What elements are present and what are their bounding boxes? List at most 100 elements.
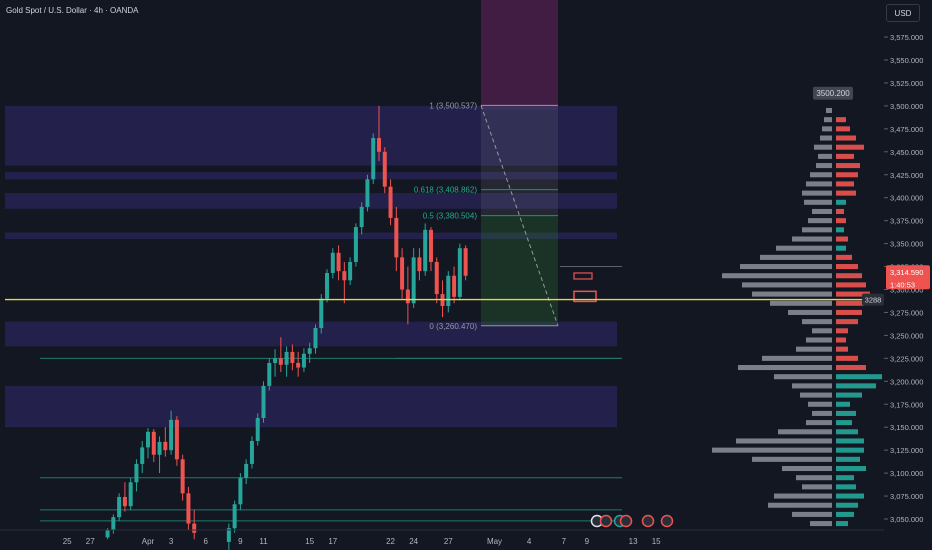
economic-event-icon[interactable]	[660, 514, 674, 528]
candle-body[interactable]	[157, 441, 162, 455]
candle-body[interactable]	[400, 257, 405, 290]
candle-body[interactable]	[365, 179, 370, 207]
candle-body[interactable]	[122, 496, 127, 507]
price-tick-label: 3,475.000	[890, 125, 923, 134]
volume-profile-bar	[802, 227, 832, 233]
volume-profile-bar	[796, 475, 832, 481]
fib-level-label: 0.618 (3,408.862)	[414, 186, 477, 195]
candle-body[interactable]	[336, 252, 341, 272]
economic-event-icon[interactable]	[599, 514, 613, 528]
candle-body[interactable]	[174, 419, 179, 460]
price-chart[interactable]: 1 (3,500.537) 0.618 (3,408.862) 0.5 (3,380…	[0, 0, 932, 550]
candle-body[interactable]	[238, 477, 243, 505]
candle-body[interactable]	[169, 419, 174, 451]
candle-body[interactable]	[325, 272, 330, 299]
candle-body[interactable]	[249, 440, 254, 464]
candle-body[interactable]	[342, 271, 347, 281]
volume-profile-bar	[802, 190, 832, 196]
candle-body[interactable]	[134, 463, 139, 483]
time-tick-label: 24	[409, 537, 418, 546]
volume-profile-bar	[836, 135, 856, 141]
candle-body[interactable]	[117, 496, 122, 518]
volume-profile-bar	[836, 383, 876, 389]
volume-profile-bar	[782, 465, 832, 472]
candle-body[interactable]	[192, 523, 197, 533]
volume-profile-bar	[836, 521, 848, 527]
volume-profile-bar	[752, 291, 832, 297]
candle-body[interactable]	[301, 353, 306, 368]
candle-body[interactable]	[353, 227, 358, 262]
volume-profile-bar	[738, 365, 832, 371]
candle-body[interactable]	[382, 151, 387, 187]
candle-body[interactable]	[313, 328, 318, 349]
candle-body[interactable]	[411, 257, 416, 304]
time-tick-label: 25	[63, 537, 72, 546]
candle-body[interactable]	[146, 431, 150, 448]
candle-body[interactable]	[307, 348, 312, 354]
volume-profile-bar	[810, 521, 832, 527]
price-tick-label: 3,125.000	[890, 446, 923, 455]
candle-body[interactable]	[105, 530, 110, 538]
candle-body[interactable]	[330, 252, 335, 273]
candle-body[interactable]	[457, 248, 462, 297]
candle-body[interactable]	[244, 463, 249, 478]
candle-body[interactable]	[377, 138, 381, 152]
candle-body[interactable]	[428, 229, 433, 262]
volume-profile-bar	[836, 420, 852, 426]
volume-profile-bar	[768, 502, 832, 508]
candle-body[interactable]	[273, 358, 278, 363]
volume-profile-bar	[824, 117, 832, 123]
candle-body[interactable]	[261, 385, 266, 419]
candle-body[interactable]	[255, 418, 260, 441]
time-tick-label: 15	[652, 537, 661, 546]
candle-body[interactable]	[394, 217, 399, 258]
volume-profile-bar	[774, 493, 832, 499]
candle-body[interactable]	[267, 362, 272, 386]
candle-body[interactable]	[434, 261, 439, 295]
candle-body[interactable]	[290, 351, 295, 363]
price-tick-label: 3,200.000	[890, 377, 923, 386]
candle-body[interactable]	[388, 186, 393, 218]
candle-body[interactable]	[371, 138, 376, 180]
candle-body[interactable]	[405, 289, 410, 304]
volume-profile-bar	[836, 337, 846, 343]
price-tick-label: 3,450.000	[890, 148, 923, 157]
volume-profile-bar	[806, 337, 832, 343]
candle-body[interactable]	[359, 206, 364, 228]
time-tick-label: 15	[305, 537, 314, 546]
candle-body[interactable]	[423, 229, 428, 272]
time-tick-label: 9	[238, 537, 243, 546]
symbol-title: Gold Spot / U.S. Dollar · 4h · OANDA	[6, 6, 139, 15]
candle-body[interactable]	[452, 275, 457, 297]
volume-profile-bar	[836, 465, 866, 472]
candle-body[interactable]	[111, 517, 116, 531]
candle-body[interactable]	[296, 362, 301, 368]
volume-profile-bar	[770, 300, 832, 306]
volume-profile-bar	[836, 172, 858, 178]
volume-profile-bar	[788, 309, 832, 315]
candle-body[interactable]	[128, 482, 133, 507]
candle-body[interactable]	[284, 351, 289, 365]
time-tick-label: 27	[444, 537, 453, 546]
candle-body[interactable]	[232, 504, 237, 529]
candle-body[interactable]	[319, 298, 324, 329]
currency-button[interactable]: USD	[886, 4, 920, 22]
candle-body[interactable]	[417, 257, 422, 272]
candle-body[interactable]	[163, 441, 168, 451]
economic-event-icon[interactable]	[641, 514, 655, 528]
price-tick-label: 3,550.000	[890, 56, 923, 65]
candle-body[interactable]	[186, 493, 191, 524]
candle-body[interactable]	[446, 275, 451, 307]
candle-body[interactable]	[151, 431, 156, 455]
candle-body[interactable]	[463, 248, 468, 276]
volume-profile-bar	[820, 135, 832, 141]
candle-body[interactable]	[140, 447, 145, 464]
candle-body[interactable]	[278, 358, 283, 365]
volume-profile-bar	[836, 199, 846, 205]
economic-event-icon[interactable]	[619, 514, 633, 528]
candle-body[interactable]	[348, 261, 353, 281]
candle-body[interactable]	[180, 459, 185, 494]
volume-profile-bar	[836, 429, 858, 435]
price-tick-label: 3,525.000	[890, 79, 923, 88]
volume-profile-bar	[722, 273, 832, 279]
